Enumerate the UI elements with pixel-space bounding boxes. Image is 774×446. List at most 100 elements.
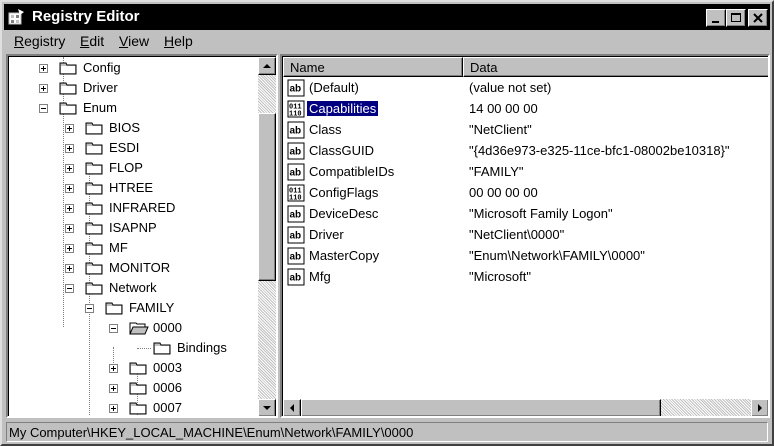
tree-node-0000[interactable]: 0000	[9, 318, 257, 338]
title-bar[interactable]: Registry Editor	[4, 4, 770, 30]
tree-node-enum[interactable]: Enum	[9, 98, 257, 118]
close-button[interactable]	[748, 9, 768, 27]
tree-node-label: Network	[109, 280, 157, 295]
tree-node-mf[interactable]: MF	[9, 238, 257, 258]
value-row[interactable]: 011 110 Capabilities 14 00 00 00	[283, 99, 768, 120]
tree-node-label: Enum	[83, 100, 117, 115]
expand-icon[interactable]	[65, 124, 74, 133]
folder-icon	[85, 120, 105, 136]
expand-icon[interactable]	[109, 364, 118, 373]
collapse-icon[interactable]	[109, 324, 118, 333]
expand-icon[interactable]	[65, 144, 74, 153]
maximize-icon	[731, 13, 741, 22]
tree-node-label: Driver	[83, 80, 118, 95]
tree-node-bios[interactable]: BIOS	[9, 118, 257, 138]
folder-icon	[85, 200, 105, 216]
expand-icon[interactable]	[109, 404, 118, 413]
menu-registry[interactable]: Registry	[14, 33, 65, 49]
tree-node-monitor[interactable]: MONITOR	[9, 258, 257, 278]
arrow-left-icon	[290, 404, 294, 412]
collapse-icon[interactable]	[85, 304, 94, 313]
tree-node-family[interactable]: FAMILY	[9, 298, 257, 318]
tree-node-label: BIOS	[109, 120, 141, 135]
value-row[interactable]: ab (Default) (value not set)	[283, 78, 768, 99]
value-name: ClassGUID	[309, 143, 375, 158]
string-value-icon: ab	[287, 247, 305, 265]
folder-icon	[59, 80, 79, 96]
tree-node-bindings[interactable]: Bindings	[9, 338, 257, 358]
folder-icon	[153, 340, 173, 356]
status-path: My Computer\HKEY_LOCAL_MACHINE\Enum\Netw…	[9, 425, 414, 440]
expand-icon[interactable]	[39, 64, 48, 73]
svg-text:ab: ab	[290, 252, 302, 263]
value-row[interactable]: ab MasterCopy "Enum\Network\FAMILY\0000"	[283, 246, 768, 267]
tree-node-flop[interactable]: FLOP	[9, 158, 257, 178]
tree-scroll-down-button[interactable]	[258, 399, 276, 416]
tree-node-driver[interactable]: Driver	[9, 78, 257, 98]
menu-edit[interactable]: Edit	[80, 33, 104, 49]
expand-icon[interactable]	[65, 164, 74, 173]
tree-node-htree[interactable]: HTREE	[9, 178, 257, 198]
value-row[interactable]: ab Driver "NetClient\0000"	[283, 225, 768, 246]
tree-node-network[interactable]: Network	[9, 278, 257, 298]
maximize-button[interactable]	[726, 9, 746, 27]
menu-view[interactable]: View	[119, 33, 149, 49]
tree-scroll-up-button[interactable]	[258, 57, 276, 75]
svg-text:ab: ab	[290, 210, 302, 221]
tree-scroll-thumb[interactable]	[258, 113, 276, 281]
svg-text:ab: ab	[290, 84, 302, 95]
values-scroll-right-button[interactable]	[751, 399, 768, 416]
tree-node-config[interactable]: Config	[9, 58, 257, 78]
tree-node-label: 0003	[153, 360, 182, 375]
close-icon	[753, 13, 763, 23]
svg-text:ab: ab	[290, 126, 302, 137]
expand-icon[interactable]	[109, 384, 118, 393]
folder-icon	[85, 260, 105, 276]
tree-node-0003[interactable]: 0003	[9, 358, 257, 378]
string-value-icon: ab	[287, 121, 305, 139]
tree-node-label: FAMILY	[129, 300, 175, 315]
tree-node-label: INFRARED	[109, 200, 176, 215]
folder-open-icon	[129, 320, 149, 336]
value-row[interactable]: ab Mfg "Microsoft"	[283, 267, 768, 288]
expand-icon[interactable]	[65, 224, 74, 233]
tree-node-label: ISAPNP	[109, 220, 157, 235]
expand-icon[interactable]	[65, 264, 74, 273]
string-value-icon: ab	[287, 142, 305, 160]
values-horizontal-scrollbar[interactable]	[283, 399, 768, 416]
value-row[interactable]: 011 110 ConfigFlags 00 00 00 00	[283, 183, 768, 204]
value-data: "Enum\Network\FAMILY\0000"	[469, 248, 645, 263]
expand-icon[interactable]	[65, 184, 74, 193]
tree-vertical-scrollbar[interactable]	[258, 57, 276, 416]
arrow-right-icon	[758, 404, 762, 412]
values-scroll-left-button[interactable]	[283, 399, 301, 416]
menu-help[interactable]: Help	[164, 33, 193, 49]
expand-icon[interactable]	[39, 84, 48, 93]
tree-node-0006[interactable]: 0006	[9, 378, 257, 398]
window-title: Registry Editor	[32, 8, 140, 25]
value-row[interactable]: ab CompatibleIDs "FAMILY"	[283, 162, 768, 183]
value-row[interactable]: ab ClassGUID "{4d36e973-e325-11ce-bfc1-080…	[283, 141, 768, 162]
values-scroll-thumb[interactable]	[301, 399, 661, 416]
tree-node-isapnp[interactable]: ISAPNP	[9, 218, 257, 238]
tree-node-esdi[interactable]: ESDI	[9, 138, 257, 158]
collapse-icon[interactable]	[65, 284, 74, 293]
menu-bar: Registry Edit View Help	[4, 30, 770, 52]
expand-icon[interactable]	[65, 244, 74, 253]
tree-node-label: 0006	[153, 380, 182, 395]
expand-icon[interactable]	[65, 204, 74, 213]
collapse-icon[interactable]	[39, 104, 48, 113]
value-name: Capabilities	[305, 100, 380, 117]
value-row[interactable]: ab DeviceDesc "Microsoft Family Logon"	[283, 204, 768, 225]
string-value-icon: ab	[287, 226, 305, 244]
tree-node-infrared[interactable]: INFRARED	[9, 198, 257, 218]
minimize-button[interactable]	[706, 9, 726, 27]
string-value-icon: ab	[287, 79, 305, 97]
value-row[interactable]: ab Class "NetClient"	[283, 120, 768, 141]
folder-icon	[129, 360, 149, 376]
column-header-data[interactable]: Data	[463, 57, 768, 77]
column-header-name[interactable]: Name	[283, 57, 463, 77]
registry-editor-window: Registry Editor Registry Edit View Help …	[0, 0, 774, 446]
tree-node-0007[interactable]: 0007	[9, 398, 257, 416]
tree-node-label: Bindings	[177, 340, 227, 355]
